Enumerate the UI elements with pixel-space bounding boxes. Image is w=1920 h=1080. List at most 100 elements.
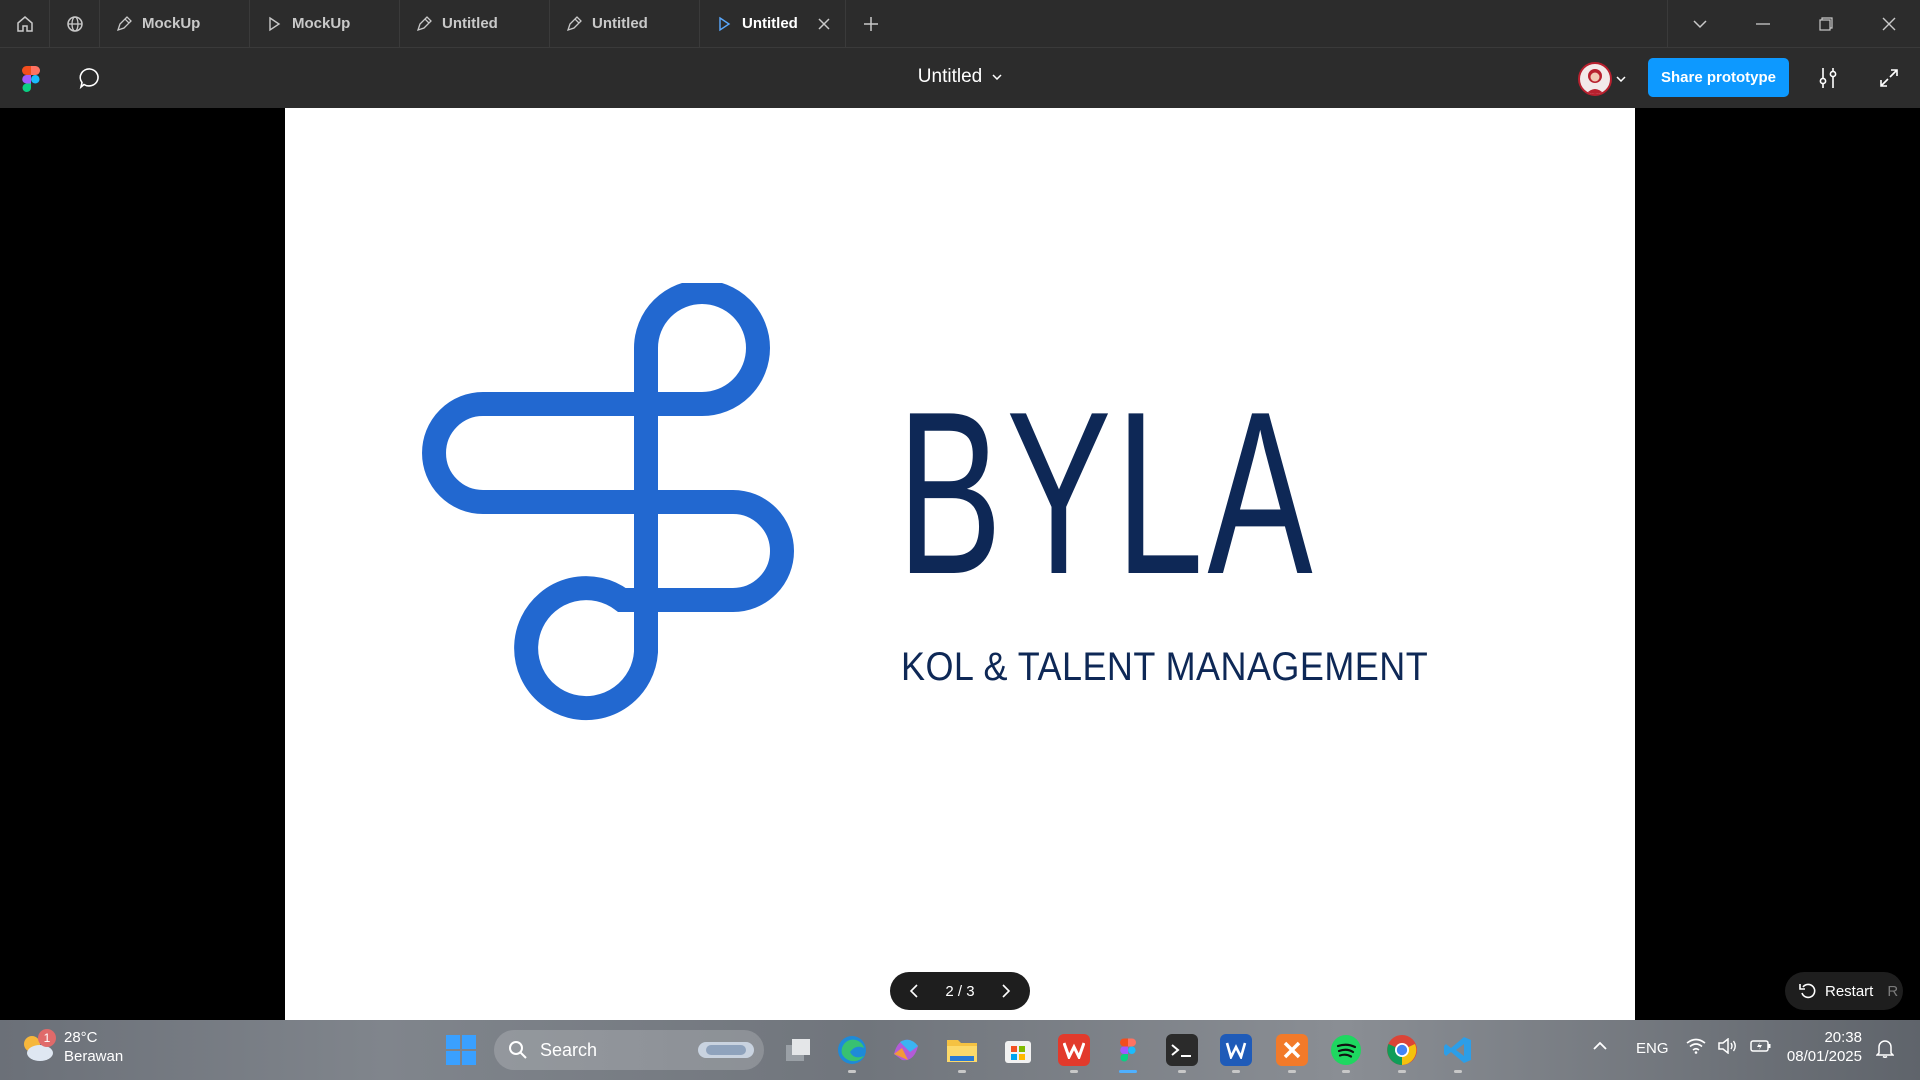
word-icon: [1225, 1042, 1247, 1059]
window-controls: [1667, 0, 1920, 47]
restart-label: Restart: [1825, 982, 1874, 1000]
wifi-icon: [1686, 1038, 1706, 1054]
restart-button[interactable]: Restart R: [1785, 972, 1903, 1010]
chevron-right-icon: [1002, 984, 1011, 998]
weather-icon: 1: [20, 1029, 56, 1063]
wps-office-app[interactable]: [1058, 1034, 1090, 1066]
prototype-toolbar: Untitled Share prototype: [0, 48, 1920, 108]
close-tab-button[interactable]: [817, 17, 831, 31]
chrome-app[interactable]: [1386, 1034, 1418, 1066]
previous-slide-button[interactable]: [904, 981, 924, 1001]
sliders-icon: [1819, 68, 1837, 88]
pen-icon: [566, 15, 582, 31]
copilot-app[interactable]: [890, 1034, 922, 1066]
input-language[interactable]: ENG: [1636, 1040, 1669, 1057]
document-title: Untitled: [917, 66, 983, 87]
avatar: [1578, 62, 1612, 96]
weather-temperature: 28°C: [64, 1029, 98, 1046]
running-indicator: [1398, 1070, 1406, 1073]
chevron-left-icon: [909, 984, 918, 998]
active-indicator: [1119, 1070, 1137, 1073]
copilot-icon: [894, 1039, 918, 1061]
play-icon: [269, 16, 281, 31]
restore-button[interactable]: [1794, 0, 1857, 47]
slide-counter: 2 / 3: [945, 982, 975, 1000]
globe-icon: [66, 15, 83, 32]
fullscreen-button[interactable]: [1875, 64, 1903, 92]
task-view-button[interactable]: [782, 1034, 814, 1066]
windows-taskbar: 1 28°C Berawan Search ENG 20:38 08/01/20…: [0, 1020, 1920, 1080]
tab-label: Untitled: [592, 15, 648, 32]
tab-mockup-prototype[interactable]: MockUp: [250, 0, 400, 47]
expand-icon: [1880, 69, 1898, 87]
running-indicator: [848, 1070, 856, 1073]
vscode-icon: [1444, 1037, 1471, 1063]
restore-icon: [1818, 16, 1833, 31]
show-hidden-icons-button[interactable]: [1592, 1038, 1608, 1055]
weather-condition: Berawan: [64, 1048, 124, 1065]
quick-settings-button[interactable]: [1686, 1038, 1772, 1054]
bell-icon: [1875, 1040, 1895, 1058]
community-button[interactable]: [50, 0, 100, 47]
restart-shortcut: R: [1887, 982, 1899, 1000]
figma-menu-button[interactable]: [22, 66, 40, 92]
restart-icon: [1799, 983, 1816, 999]
weather-widget[interactable]: 1 28°C Berawan: [20, 1028, 123, 1066]
home-icon: [16, 15, 33, 32]
start-button[interactable]: [446, 1035, 476, 1065]
task-view-icon: [786, 1039, 810, 1061]
comment-icon: [79, 68, 99, 90]
pen-icon: [416, 15, 432, 31]
chevron-down-icon: [1692, 19, 1707, 28]
running-indicator: [1342, 1070, 1350, 1073]
prototype-settings-button[interactable]: [1814, 64, 1842, 92]
notifications-button[interactable]: [1875, 1038, 1895, 1062]
system-clock[interactable]: 20:38 08/01/2025: [1782, 1028, 1862, 1066]
user-menu-button[interactable]: [1578, 61, 1636, 97]
tab-untitled-design-1[interactable]: Untitled: [400, 0, 550, 47]
minimize-button[interactable]: [1731, 0, 1794, 47]
close-icon: [1882, 17, 1895, 30]
figma-icon: [1120, 1038, 1136, 1062]
play-icon: [719, 16, 731, 31]
chevron-down-icon: [992, 74, 1002, 80]
tab-untitled-design-2[interactable]: Untitled: [550, 0, 700, 47]
folder-icon: [947, 1040, 977, 1062]
home-button[interactable]: [0, 0, 50, 47]
file-explorer-app[interactable]: [946, 1034, 978, 1066]
edge-app[interactable]: [836, 1034, 868, 1066]
close-window-button[interactable]: [1857, 0, 1920, 47]
share-prototype-button[interactable]: Share prototype: [1648, 58, 1789, 97]
windows-logo-icon: [446, 1035, 460, 1049]
tab-label: MockUp: [292, 15, 351, 32]
xampp-app[interactable]: [1276, 1034, 1308, 1066]
chrome-icon: [1387, 1035, 1417, 1065]
tab-untitled-prototype[interactable]: Untitled: [700, 0, 846, 47]
spotify-app[interactable]: [1330, 1034, 1362, 1066]
slide-frame[interactable]: BYLA KOL & TALENT MANAGEMENT: [285, 108, 1635, 1020]
slide-pager: 2 / 3: [890, 972, 1030, 1010]
word-app[interactable]: [1220, 1034, 1252, 1066]
edge-icon: [838, 1036, 866, 1064]
running-indicator: [1232, 1070, 1240, 1073]
tab-mockup-design[interactable]: MockUp: [100, 0, 250, 47]
terminal-app[interactable]: [1166, 1034, 1198, 1066]
running-indicator: [1070, 1070, 1078, 1073]
comment-button[interactable]: [76, 64, 104, 92]
document-title-button[interactable]: Untitled: [918, 66, 1002, 88]
tab-label: Untitled: [742, 15, 798, 32]
figma-app[interactable]: [1112, 1034, 1144, 1066]
taskbar-search[interactable]: Search: [494, 1030, 764, 1070]
clock-date: 08/01/2025: [1786, 1048, 1862, 1065]
next-slide-button[interactable]: [996, 981, 1016, 1001]
spotify-icon: [1331, 1035, 1361, 1065]
microsoft-store-app[interactable]: [1002, 1034, 1034, 1066]
vscode-app[interactable]: [1442, 1034, 1474, 1066]
new-tab-button[interactable]: [846, 0, 896, 47]
prototype-canvas: BYLA KOL & TALENT MANAGEMENT 2 / 3 Resta…: [0, 108, 1920, 1020]
weather-badge: 1: [38, 1029, 56, 1047]
search-highlight-icon: [698, 1042, 754, 1058]
tab-list-button[interactable]: [1668, 0, 1731, 47]
store-icon: [1005, 1041, 1031, 1063]
plus-icon: [864, 16, 878, 31]
